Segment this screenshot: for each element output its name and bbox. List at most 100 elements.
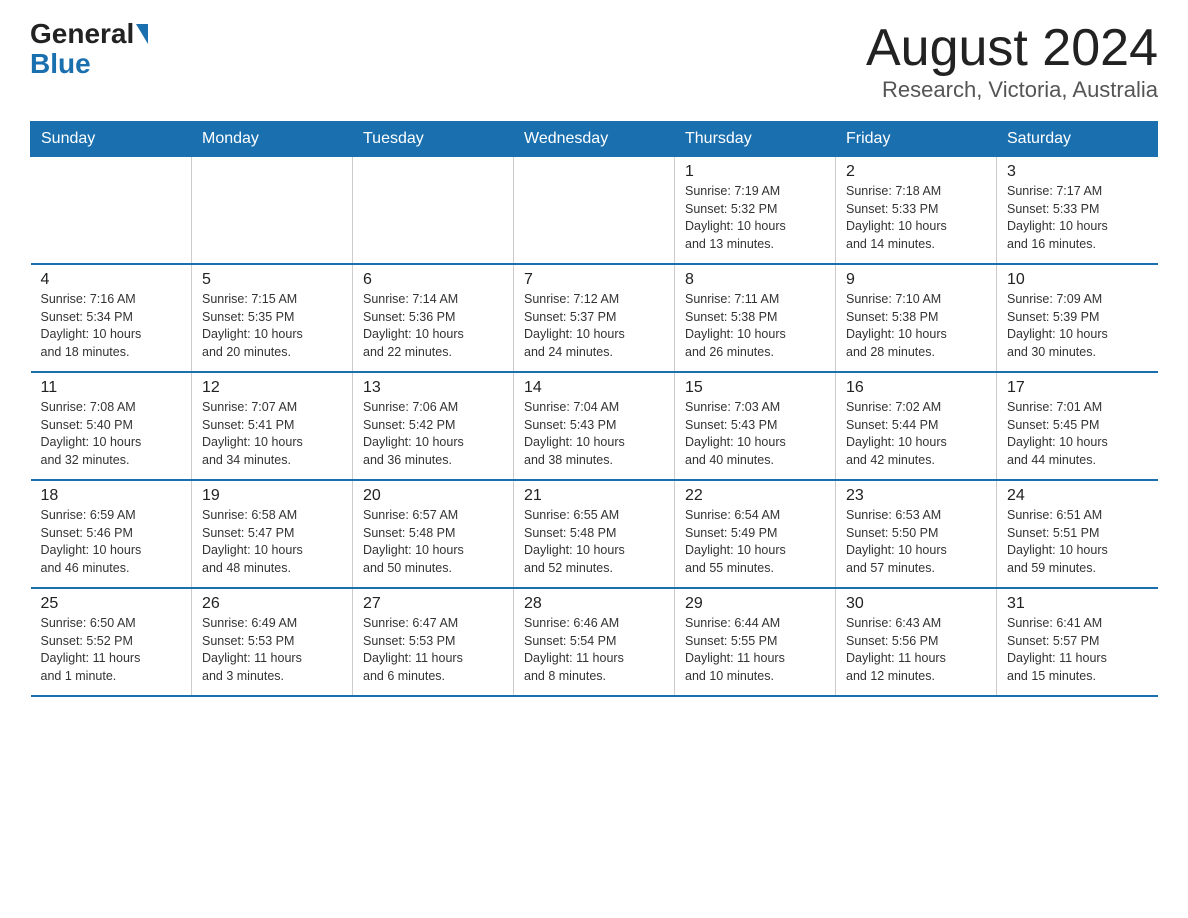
calendar-cell: 20 Sunrise: 6:57 AM Sunset: 5:48 PM Dayli… bbox=[353, 480, 514, 588]
day-info: Sunrise: 6:49 AM Sunset: 5:53 PM Dayligh… bbox=[202, 615, 342, 685]
day-number: 27 bbox=[363, 595, 503, 613]
day-number: 12 bbox=[202, 379, 342, 397]
calendar-cell: 1 Sunrise: 7:19 AM Sunset: 5:32 PM Daylig… bbox=[675, 157, 836, 265]
calendar-week-row: 18 Sunrise: 6:59 AM Sunset: 5:46 PM Dayli… bbox=[31, 480, 1158, 588]
calendar-cell: 29 Sunrise: 6:44 AM Sunset: 5:55 PM Dayli… bbox=[675, 588, 836, 696]
day-number: 5 bbox=[202, 271, 342, 289]
calendar-cell: 18 Sunrise: 6:59 AM Sunset: 5:46 PM Dayli… bbox=[31, 480, 192, 588]
day-info: Sunrise: 7:09 AM Sunset: 5:39 PM Dayligh… bbox=[1007, 291, 1148, 361]
calendar-cell: 2Sunrise: 7:18 AM Sunset: 5:33 PM Daylig… bbox=[836, 157, 997, 265]
day-info: Sunrise: 6:44 AM Sunset: 5:55 PM Dayligh… bbox=[685, 615, 825, 685]
day-info: Sunrise: 7:18 AM Sunset: 5:33 PM Dayligh… bbox=[846, 183, 986, 253]
day-number: 11 bbox=[41, 379, 182, 397]
calendar-header-row: SundayMondayTuesdayWednesdayThursdayFrid… bbox=[31, 122, 1158, 157]
calendar-cell: 23 Sunrise: 6:53 AM Sunset: 5:50 PM Dayli… bbox=[836, 480, 997, 588]
day-number: 17 bbox=[1007, 379, 1148, 397]
page-header: General Blue August 2024 Research, Victo… bbox=[30, 20, 1158, 103]
day-info: Sunrise: 6:51 AM Sunset: 5:51 PM Dayligh… bbox=[1007, 507, 1148, 577]
weekday-header-sunday: Sunday bbox=[31, 122, 192, 157]
day-number: 16 bbox=[846, 379, 986, 397]
day-info: Sunrise: 7:03 AM Sunset: 5:43 PM Dayligh… bbox=[685, 399, 825, 469]
day-info: Sunrise: 6:59 AM Sunset: 5:46 PM Dayligh… bbox=[41, 507, 182, 577]
day-info: Sunrise: 7:11 AM Sunset: 5:38 PM Dayligh… bbox=[685, 291, 825, 361]
calendar-cell: 28 Sunrise: 6:46 AM Sunset: 5:54 PM Dayli… bbox=[514, 588, 675, 696]
weekday-header-tuesday: Tuesday bbox=[353, 122, 514, 157]
day-info: Sunrise: 7:02 AM Sunset: 5:44 PM Dayligh… bbox=[846, 399, 986, 469]
day-number: 15 bbox=[685, 379, 825, 397]
calendar-cell: 10 Sunrise: 7:09 AM Sunset: 5:39 PM Dayli… bbox=[997, 264, 1158, 372]
calendar-cell: 9Sunrise: 7:10 AM Sunset: 5:38 PM Daylig… bbox=[836, 264, 997, 372]
calendar-cell: 31Sunrise: 6:41 AM Sunset: 5:57 PM Dayli… bbox=[997, 588, 1158, 696]
calendar-week-row: 25 Sunrise: 6:50 AM Sunset: 5:52 PM Dayli… bbox=[31, 588, 1158, 696]
day-number: 7 bbox=[524, 271, 664, 289]
day-number: 26 bbox=[202, 595, 342, 613]
calendar-cell: 25 Sunrise: 6:50 AM Sunset: 5:52 PM Dayli… bbox=[31, 588, 192, 696]
day-info: Sunrise: 7:04 AM Sunset: 5:43 PM Dayligh… bbox=[524, 399, 664, 469]
calendar-cell bbox=[514, 157, 675, 265]
weekday-header-monday: Monday bbox=[192, 122, 353, 157]
calendar-cell: 22Sunrise: 6:54 AM Sunset: 5:49 PM Dayli… bbox=[675, 480, 836, 588]
calendar-cell: 5 Sunrise: 7:15 AM Sunset: 5:35 PM Daylig… bbox=[192, 264, 353, 372]
day-number: 18 bbox=[41, 487, 182, 505]
day-info: Sunrise: 7:19 AM Sunset: 5:32 PM Dayligh… bbox=[685, 183, 825, 253]
day-info: Sunrise: 7:17 AM Sunset: 5:33 PM Dayligh… bbox=[1007, 183, 1148, 253]
day-number: 19 bbox=[202, 487, 342, 505]
calendar-week-row: 4 Sunrise: 7:16 AM Sunset: 5:34 PM Daylig… bbox=[31, 264, 1158, 372]
day-number: 4 bbox=[41, 271, 182, 289]
day-number: 14 bbox=[524, 379, 664, 397]
day-info: Sunrise: 7:01 AM Sunset: 5:45 PM Dayligh… bbox=[1007, 399, 1148, 469]
day-number: 29 bbox=[685, 595, 825, 613]
day-number: 13 bbox=[363, 379, 503, 397]
logo-blue: Blue bbox=[30, 48, 91, 80]
weekday-header-wednesday: Wednesday bbox=[514, 122, 675, 157]
calendar-cell: 12 Sunrise: 7:07 AM Sunset: 5:41 PM Dayli… bbox=[192, 372, 353, 480]
calendar-cell: 8 Sunrise: 7:11 AM Sunset: 5:38 PM Daylig… bbox=[675, 264, 836, 372]
day-number: 28 bbox=[524, 595, 664, 613]
day-info: Sunrise: 6:54 AM Sunset: 5:49 PM Dayligh… bbox=[685, 507, 825, 577]
day-info: Sunrise: 6:50 AM Sunset: 5:52 PM Dayligh… bbox=[41, 615, 182, 685]
calendar-cell: 4 Sunrise: 7:16 AM Sunset: 5:34 PM Daylig… bbox=[31, 264, 192, 372]
calendar-cell: 16 Sunrise: 7:02 AM Sunset: 5:44 PM Dayli… bbox=[836, 372, 997, 480]
day-number: 23 bbox=[846, 487, 986, 505]
day-number: 1 bbox=[685, 163, 825, 181]
day-number: 3 bbox=[1007, 163, 1148, 181]
day-number: 25 bbox=[41, 595, 182, 613]
title-block: August 2024 Research, Victoria, Australi… bbox=[866, 20, 1158, 103]
calendar-cell: 13 Sunrise: 7:06 AM Sunset: 5:42 PM Dayli… bbox=[353, 372, 514, 480]
calendar-week-row: 11 Sunrise: 7:08 AM Sunset: 5:40 PM Dayli… bbox=[31, 372, 1158, 480]
calendar-cell bbox=[353, 157, 514, 265]
logo-general: General bbox=[30, 20, 134, 48]
day-info: Sunrise: 7:15 AM Sunset: 5:35 PM Dayligh… bbox=[202, 291, 342, 361]
calendar-cell: 14 Sunrise: 7:04 AM Sunset: 5:43 PM Dayli… bbox=[514, 372, 675, 480]
calendar-cell: 6Sunrise: 7:14 AM Sunset: 5:36 PM Daylig… bbox=[353, 264, 514, 372]
calendar-table: SundayMondayTuesdayWednesdayThursdayFrid… bbox=[30, 121, 1158, 697]
day-number: 21 bbox=[524, 487, 664, 505]
day-number: 9 bbox=[846, 271, 986, 289]
day-info: Sunrise: 6:53 AM Sunset: 5:50 PM Dayligh… bbox=[846, 507, 986, 577]
day-number: 24 bbox=[1007, 487, 1148, 505]
calendar-week-row: 1 Sunrise: 7:19 AM Sunset: 5:32 PM Daylig… bbox=[31, 157, 1158, 265]
weekday-header-friday: Friday bbox=[836, 122, 997, 157]
day-info: Sunrise: 7:07 AM Sunset: 5:41 PM Dayligh… bbox=[202, 399, 342, 469]
day-info: Sunrise: 6:47 AM Sunset: 5:53 PM Dayligh… bbox=[363, 615, 503, 685]
day-number: 8 bbox=[685, 271, 825, 289]
day-info: Sunrise: 6:46 AM Sunset: 5:54 PM Dayligh… bbox=[524, 615, 664, 685]
day-info: Sunrise: 6:57 AM Sunset: 5:48 PM Dayligh… bbox=[363, 507, 503, 577]
calendar-cell: 26 Sunrise: 6:49 AM Sunset: 5:53 PM Dayli… bbox=[192, 588, 353, 696]
location-subtitle: Research, Victoria, Australia bbox=[866, 77, 1158, 103]
day-info: Sunrise: 7:08 AM Sunset: 5:40 PM Dayligh… bbox=[41, 399, 182, 469]
calendar-cell: 3 Sunrise: 7:17 AM Sunset: 5:33 PM Daylig… bbox=[997, 157, 1158, 265]
day-number: 10 bbox=[1007, 271, 1148, 289]
logo: General Blue bbox=[30, 20, 150, 80]
weekday-header-saturday: Saturday bbox=[997, 122, 1158, 157]
calendar-cell: 11 Sunrise: 7:08 AM Sunset: 5:40 PM Dayli… bbox=[31, 372, 192, 480]
day-number: 20 bbox=[363, 487, 503, 505]
day-number: 6 bbox=[363, 271, 503, 289]
day-info: Sunrise: 6:58 AM Sunset: 5:47 PM Dayligh… bbox=[202, 507, 342, 577]
day-info: Sunrise: 7:16 AM Sunset: 5:34 PM Dayligh… bbox=[41, 291, 182, 361]
calendar-cell bbox=[31, 157, 192, 265]
day-info: Sunrise: 6:41 AM Sunset: 5:57 PM Dayligh… bbox=[1007, 615, 1148, 685]
logo-triangle-icon bbox=[136, 24, 148, 44]
month-title: August 2024 bbox=[866, 20, 1158, 77]
day-info: Sunrise: 7:06 AM Sunset: 5:42 PM Dayligh… bbox=[363, 399, 503, 469]
